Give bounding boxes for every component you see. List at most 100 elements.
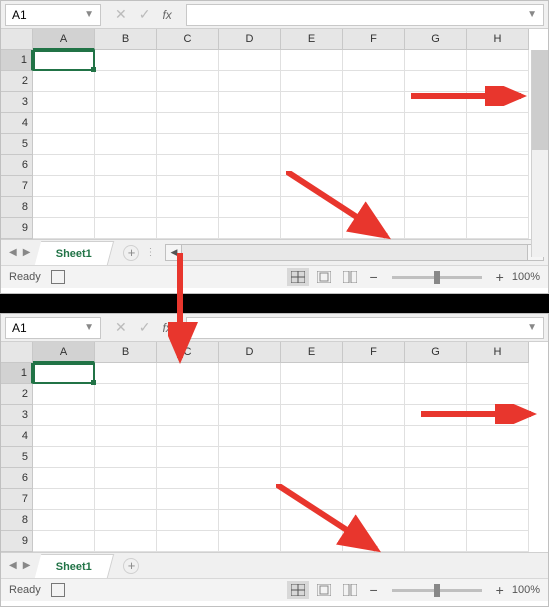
cell[interactable]	[219, 426, 281, 447]
cell[interactable]	[343, 363, 405, 384]
cell[interactable]	[33, 71, 95, 92]
cell[interactable]	[467, 468, 529, 489]
row-header-6[interactable]: 6	[1, 468, 33, 489]
row-header-1[interactable]: 1	[1, 363, 33, 384]
zoom-out-button[interactable]: −	[365, 269, 381, 285]
cell[interactable]	[467, 531, 529, 552]
row-header-7[interactable]: 7	[1, 176, 33, 197]
cell[interactable]	[343, 384, 405, 405]
cell[interactable]	[281, 426, 343, 447]
cell[interactable]	[157, 426, 219, 447]
cell[interactable]	[95, 50, 157, 71]
cell[interactable]	[405, 218, 467, 239]
cell[interactable]	[405, 468, 467, 489]
cell[interactable]	[281, 384, 343, 405]
col-header-d[interactable]: D	[219, 342, 281, 363]
cell[interactable]	[157, 218, 219, 239]
cell-a1[interactable]	[33, 363, 95, 384]
row-header-9[interactable]: 9	[1, 218, 33, 239]
cell[interactable]	[343, 447, 405, 468]
macro-record-icon[interactable]	[51, 583, 65, 597]
tab-nav-arrows[interactable]: ◀▶	[1, 247, 38, 258]
cell[interactable]	[219, 489, 281, 510]
tab-divider-grip[interactable]: ⋮	[139, 247, 161, 258]
col-header-f[interactable]: F	[343, 29, 405, 50]
cell[interactable]	[405, 197, 467, 218]
col-header-e[interactable]: E	[281, 342, 343, 363]
cell[interactable]	[157, 176, 219, 197]
cell[interactable]	[467, 50, 529, 71]
cell[interactable]	[219, 531, 281, 552]
cell[interactable]	[33, 113, 95, 134]
row-header-4[interactable]: 4	[1, 113, 33, 134]
cell[interactable]	[281, 405, 343, 426]
select-all-corner[interactable]	[1, 29, 33, 50]
cell[interactable]	[343, 71, 405, 92]
normal-view-button[interactable]	[287, 581, 309, 599]
col-header-c[interactable]: C	[157, 29, 219, 50]
confirm-icon[interactable]: ✓	[139, 319, 151, 336]
sheet-tab-sheet1[interactable]: Sheet1	[35, 241, 115, 265]
name-box[interactable]: A1 ▼	[5, 4, 101, 26]
formula-input[interactable]: ▼	[186, 317, 544, 339]
cell[interactable]	[157, 531, 219, 552]
cell[interactable]	[157, 468, 219, 489]
cell[interactable]	[95, 384, 157, 405]
cell[interactable]	[157, 155, 219, 176]
cell[interactable]	[33, 176, 95, 197]
cell[interactable]	[33, 405, 95, 426]
cell[interactable]	[33, 426, 95, 447]
cell[interactable]	[33, 468, 95, 489]
row-header-3[interactable]: 3	[1, 405, 33, 426]
tab-nav-arrows[interactable]: ◀▶	[1, 560, 38, 571]
row-header-5[interactable]: 5	[1, 447, 33, 468]
zoom-level[interactable]: 100%	[512, 271, 540, 283]
col-header-b[interactable]: B	[95, 29, 157, 50]
cell[interactable]	[343, 92, 405, 113]
cell[interactable]	[95, 218, 157, 239]
row-header-5[interactable]: 5	[1, 134, 33, 155]
cell[interactable]	[95, 426, 157, 447]
cell[interactable]	[405, 113, 467, 134]
cell[interactable]	[157, 113, 219, 134]
cell[interactable]	[219, 134, 281, 155]
cell[interactable]	[157, 384, 219, 405]
col-header-g[interactable]: G	[405, 342, 467, 363]
zoom-level[interactable]: 100%	[512, 584, 540, 596]
cell[interactable]	[157, 92, 219, 113]
cell[interactable]	[467, 113, 529, 134]
row-header-1[interactable]: 1	[1, 50, 33, 71]
row-header-2[interactable]: 2	[1, 71, 33, 92]
cell[interactable]	[219, 71, 281, 92]
zoom-in-button[interactable]: +	[492, 582, 508, 598]
cell[interactable]	[95, 363, 157, 384]
confirm-icon[interactable]: ✓	[139, 6, 151, 23]
new-sheet-button[interactable]: +	[123, 558, 139, 574]
cell[interactable]	[219, 176, 281, 197]
cell[interactable]	[343, 405, 405, 426]
row-header-8[interactable]: 8	[1, 197, 33, 218]
col-header-d[interactable]: D	[219, 29, 281, 50]
row-header-7[interactable]: 7	[1, 489, 33, 510]
cell[interactable]	[157, 447, 219, 468]
cell[interactable]	[405, 510, 467, 531]
cell[interactable]	[95, 405, 157, 426]
col-header-e[interactable]: E	[281, 29, 343, 50]
cell[interactable]	[95, 531, 157, 552]
cell[interactable]	[33, 218, 95, 239]
cell[interactable]	[467, 155, 529, 176]
cell[interactable]	[405, 447, 467, 468]
cell[interactable]	[219, 197, 281, 218]
zoom-slider-handle[interactable]	[434, 584, 440, 597]
col-header-a[interactable]: A	[33, 29, 95, 50]
cell[interactable]	[343, 50, 405, 71]
cancel-icon[interactable]: ✕	[115, 319, 127, 336]
zoom-slider[interactable]	[392, 276, 482, 279]
cell[interactable]	[95, 176, 157, 197]
cell[interactable]	[95, 113, 157, 134]
cell[interactable]	[157, 71, 219, 92]
page-layout-view-button[interactable]	[313, 581, 335, 599]
zoom-slider-handle[interactable]	[434, 271, 440, 284]
cell[interactable]	[405, 531, 467, 552]
cell[interactable]	[281, 92, 343, 113]
